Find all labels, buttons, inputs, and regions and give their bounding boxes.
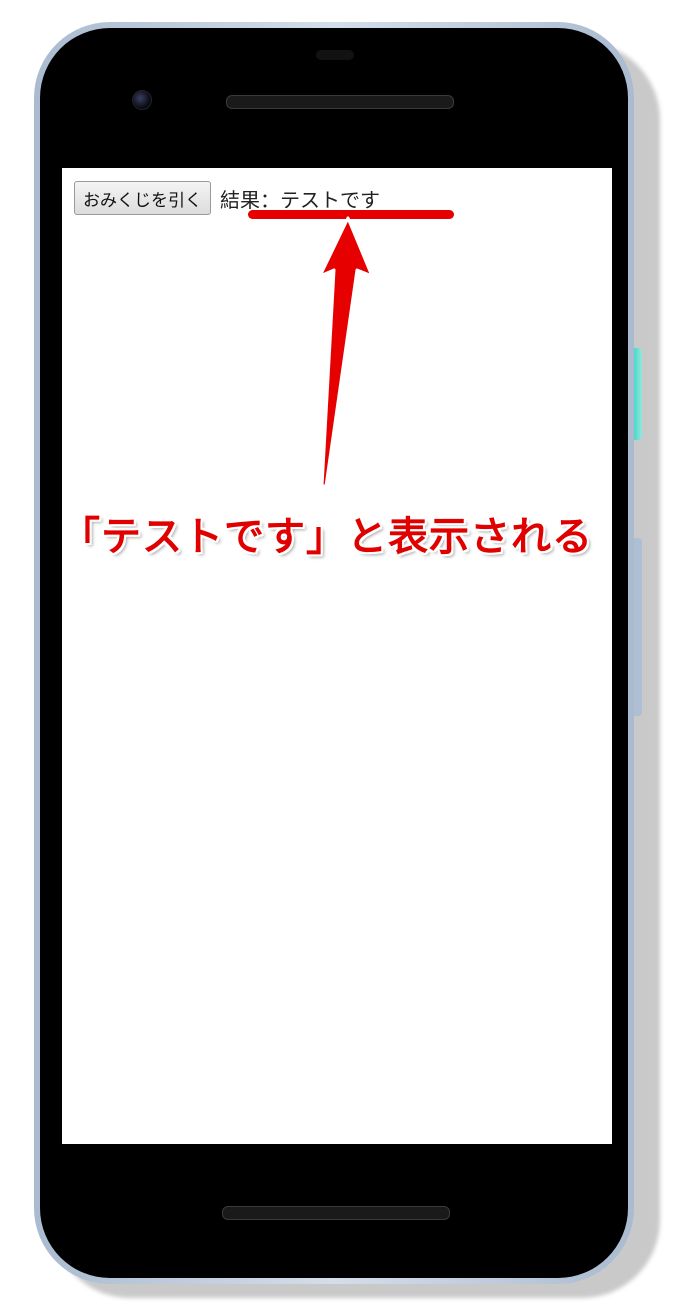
draw-omikuji-button[interactable]: おみくじを引く bbox=[74, 181, 211, 215]
bottom-speaker bbox=[222, 1206, 450, 1220]
earpiece bbox=[316, 50, 354, 60]
top-speaker bbox=[226, 95, 454, 109]
arrow-icon bbox=[318, 216, 374, 488]
front-camera-icon bbox=[132, 90, 152, 110]
stage: おみくじを引く 結果：テストです 「テストです」と表示される bbox=[0, 0, 690, 1306]
result-text: 結果：テストです bbox=[220, 187, 380, 212]
annotation-callout: 「テストです」と表示される bbox=[60, 514, 593, 560]
